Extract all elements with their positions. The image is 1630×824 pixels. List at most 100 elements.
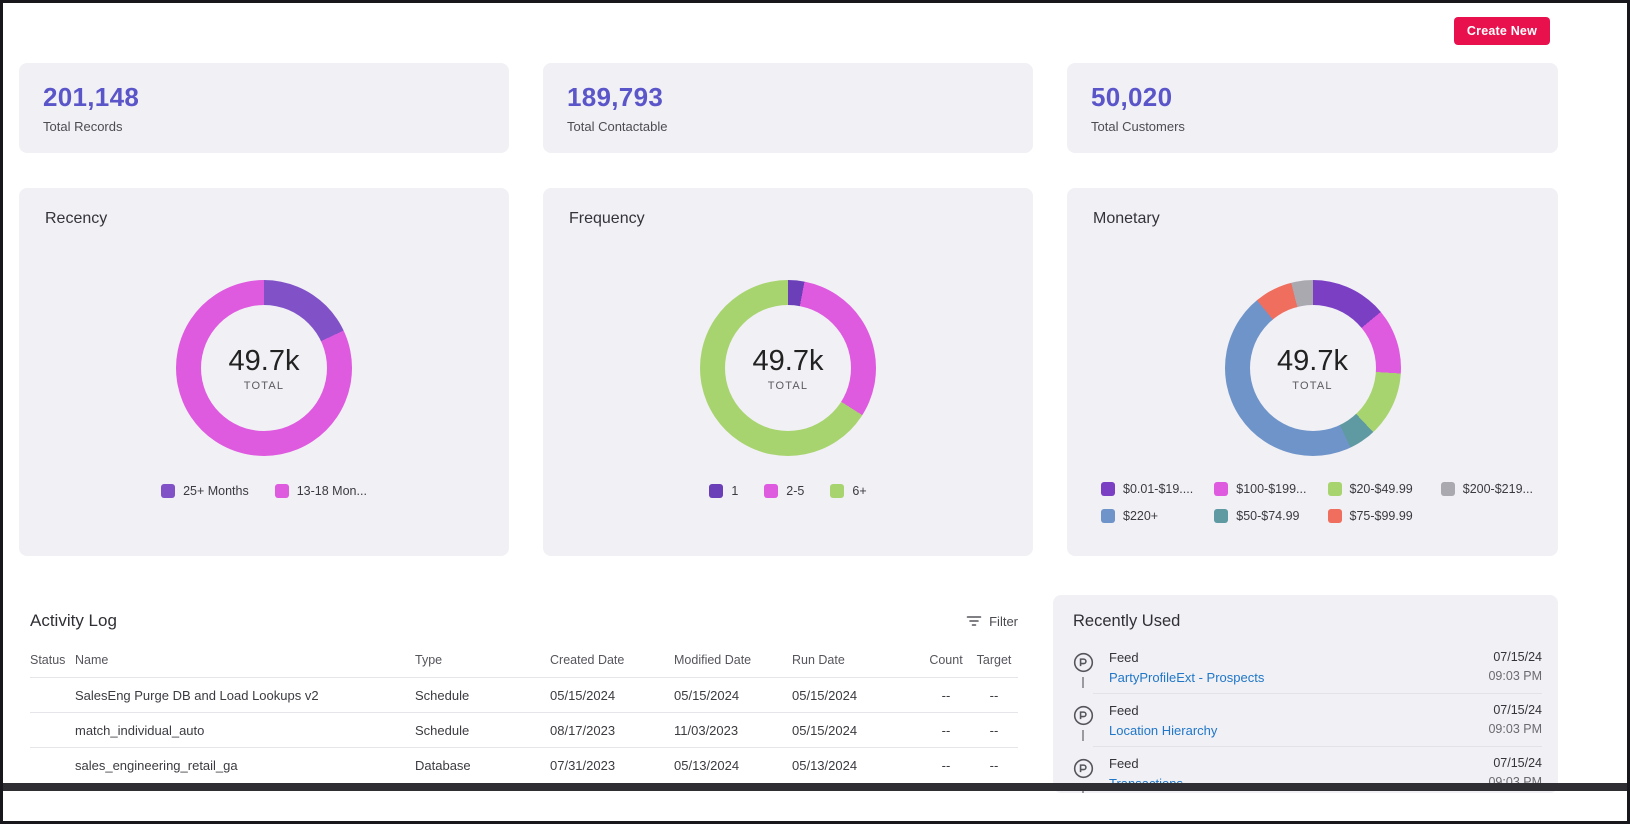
- legend-item-100-199[interactable]: $100-$199...: [1214, 482, 1306, 496]
- frequency-legend: 1 2-5 6+: [543, 484, 1033, 498]
- table-row[interactable]: SalesEng Purge DB and Load Lookups v2 Sc…: [30, 677, 1018, 712]
- target-cell: --: [970, 688, 1018, 703]
- created-cell: 05/15/2024: [550, 688, 674, 703]
- legend-item-200-219[interactable]: $200-$219...: [1441, 482, 1533, 496]
- legend-label: 2-5: [786, 484, 804, 498]
- legend-swatch: [1328, 482, 1342, 496]
- item-link[interactable]: Location Hierarchy: [1109, 723, 1488, 738]
- recently-used-card: Recently Used Feed PartyProfileExt - Pro…: [1053, 595, 1558, 793]
- monetary-donut[interactable]: 49.7k TOTAL: [1225, 280, 1401, 456]
- recently-used-title: Recently Used: [1053, 612, 1558, 631]
- horizontal-scrollbar[interactable]: [3, 783, 1627, 791]
- item-type: Feed: [1109, 703, 1488, 718]
- legend-label: $0.01-$19....: [1123, 482, 1193, 496]
- list-item[interactable]: Feed PartyProfileExt - Prospects 07/15/2…: [1053, 641, 1558, 694]
- col-count: Count: [922, 653, 970, 667]
- count-cell: --: [922, 723, 970, 738]
- list-item[interactable]: Feed Location Hierarchy 07/15/24 09:03 P…: [1053, 694, 1558, 747]
- legend-label: $200-$219...: [1463, 482, 1533, 496]
- total-records-value: 201,148: [43, 82, 485, 113]
- legend-item-6-plus[interactable]: 6+: [830, 484, 866, 498]
- modified-cell: 11/03/2023: [674, 723, 792, 738]
- table-row[interactable]: sales_engineering_retail_ga Database 07/…: [30, 747, 1018, 782]
- recency-donut[interactable]: 49.7k TOTAL: [176, 280, 352, 456]
- legend-swatch: [1441, 482, 1455, 496]
- item-type: Feed: [1109, 756, 1488, 771]
- filter-button[interactable]: Filter: [966, 614, 1018, 629]
- table-row[interactable]: match_individual_auto Schedule 08/17/202…: [30, 712, 1018, 747]
- legend-swatch: [1101, 482, 1115, 496]
- status-cell: [30, 688, 75, 703]
- col-type: Type: [415, 653, 550, 667]
- legend-item-2-5[interactable]: 2-5: [764, 484, 804, 498]
- legend-label: $20-$49.99: [1350, 482, 1413, 496]
- recency-legend: 25+ Months 13-18 Mon...: [19, 484, 509, 498]
- legend-swatch: [275, 484, 289, 498]
- item-link[interactable]: PartyProfileExt - Prospects: [1109, 670, 1488, 685]
- legend-swatch: [764, 484, 778, 498]
- recency-title: Recency: [45, 210, 483, 228]
- stat-card-total-customers: 50,020 Total Customers: [1067, 63, 1558, 153]
- legend-item-13-18-months[interactable]: 13-18 Mon...: [275, 484, 367, 498]
- stat-card-total-records: 201,148 Total Records: [19, 63, 509, 153]
- item-date: 07/15/24: [1488, 650, 1542, 664]
- item-time: 09:03 PM: [1488, 722, 1542, 736]
- stat-card-total-contactable: 189,793 Total Contactable: [543, 63, 1033, 153]
- legend-swatch: [830, 484, 844, 498]
- legend-item-75-99[interactable]: $75-$99.99: [1328, 509, 1413, 523]
- col-status: Status: [30, 653, 75, 667]
- legend-label: 25+ Months: [183, 484, 249, 498]
- run-cell: 05/15/2024: [792, 723, 922, 738]
- type-cell: Schedule: [415, 723, 550, 738]
- status-cell: [30, 723, 75, 738]
- created-cell: 07/31/2023: [550, 758, 674, 773]
- status-cell: [30, 758, 75, 773]
- monetary-donut-wrap: 49.7k TOTAL: [1225, 280, 1401, 456]
- frequency-donut[interactable]: 49.7k TOTAL: [700, 280, 876, 456]
- legend-label: $100-$199...: [1236, 482, 1306, 496]
- legend-swatch: [1328, 509, 1342, 523]
- legend-item-20-49[interactable]: $20-$49.99: [1328, 482, 1413, 496]
- frequency-donut-center: 49.7k TOTAL: [725, 305, 851, 431]
- recency-donut-center: 49.7k TOTAL: [201, 305, 327, 431]
- total-contactable-label: Total Contactable: [567, 119, 1009, 134]
- create-new-button[interactable]: Create New: [1454, 17, 1550, 45]
- legend-swatch: [161, 484, 175, 498]
- table-header-row: Status Name Type Created Date Modified D…: [30, 644, 1018, 677]
- total-customers-label: Total Customers: [1091, 119, 1534, 134]
- col-created: Created Date: [550, 653, 674, 667]
- legend-item-1[interactable]: 1: [709, 484, 738, 498]
- created-cell: 08/17/2023: [550, 723, 674, 738]
- recency-total-label: TOTAL: [244, 380, 284, 392]
- name-cell: sales_engineering_retail_ga: [75, 758, 415, 773]
- filter-icon: [966, 614, 982, 628]
- count-cell: --: [922, 758, 970, 773]
- monetary-donut-center: 49.7k TOTAL: [1250, 305, 1376, 431]
- modified-cell: 05/15/2024: [674, 688, 792, 703]
- activity-log-table: Status Name Type Created Date Modified D…: [30, 644, 1018, 782]
- item-type: Feed: [1109, 650, 1488, 665]
- legend-item-25-months[interactable]: 25+ Months: [161, 484, 249, 498]
- feed-icon: [1073, 758, 1094, 779]
- monetary-total-label: TOTAL: [1292, 380, 1332, 392]
- target-cell: --: [970, 723, 1018, 738]
- total-contactable-value: 189,793: [567, 82, 1009, 113]
- frequency-total-label: TOTAL: [768, 380, 808, 392]
- item-time: 09:03 PM: [1488, 669, 1542, 683]
- frequency-donut-wrap: 49.7k TOTAL: [700, 280, 876, 456]
- legend-item-220-plus[interactable]: $220+: [1101, 509, 1158, 523]
- recency-total-value: 49.7k: [229, 345, 300, 378]
- filter-label: Filter: [989, 614, 1018, 629]
- count-cell: --: [922, 688, 970, 703]
- recency-chart-card: Recency 49.7k TOTAL 25+ Months 13-18 Mon…: [19, 188, 509, 556]
- target-cell: --: [970, 758, 1018, 773]
- col-modified: Modified Date: [674, 653, 792, 667]
- legend-swatch: [1214, 509, 1228, 523]
- name-cell: match_individual_auto: [75, 723, 415, 738]
- monetary-title: Monetary: [1093, 210, 1532, 228]
- frequency-total-value: 49.7k: [753, 345, 824, 378]
- legend-item-50-74[interactable]: $50-$74.99: [1214, 509, 1299, 523]
- legend-label: $50-$74.99: [1236, 509, 1299, 523]
- legend-item-0-01-19[interactable]: $0.01-$19....: [1101, 482, 1193, 496]
- legend-label: 1: [731, 484, 738, 498]
